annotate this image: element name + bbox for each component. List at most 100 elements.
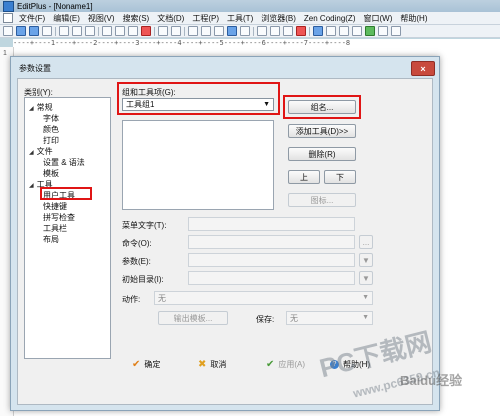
hyperlink-icon[interactable] [227,26,237,36]
save-select[interactable]: 无 ▼ [286,311,373,325]
delete-button[interactable]: 删除(R) [288,147,356,161]
tree-node-print[interactable]: 打印 [43,135,59,146]
tree-expand-icon[interactable]: ◢ [29,150,34,156]
print-preview-icon[interactable] [72,26,82,36]
menu-text-input[interactable] [188,217,355,231]
menu-help[interactable]: 帮助(H) [396,13,431,24]
toolbar-separator [253,26,254,36]
redo-icon[interactable] [171,26,181,36]
directory-icon[interactable] [352,26,362,36]
save-all-icon[interactable] [42,26,52,36]
cancel-button[interactable]: ✖ 取消 [198,359,226,370]
ok-label: 确定 [144,360,161,369]
menu-document[interactable]: 文档(D) [153,13,188,24]
open-folder-icon[interactable] [16,26,26,36]
tree-node-spellcheck[interactable]: 拼写检查 [43,212,75,223]
init-dir-label: 初始目录(I): [122,275,164,284]
apply-button[interactable]: ✔ 应用(A) [266,359,305,370]
preferences-icon[interactable] [391,26,401,36]
undo-icon[interactable] [158,26,168,36]
tree-node-files[interactable]: ◢ 文件 [29,146,53,157]
dialog-close-button[interactable]: × [411,61,435,76]
cliptext-icon[interactable] [339,26,349,36]
menu-view[interactable]: 视图(V) [84,13,119,24]
find-next-icon[interactable] [214,26,224,36]
browser-view-icon[interactable] [313,26,323,36]
move-up-button[interactable]: 上 [288,170,320,184]
browse-command-button[interactable]: ... [359,235,373,249]
init-dir-input[interactable] [188,271,355,285]
params-input[interactable] [188,253,355,267]
dropdown-arrow-icon: ▼ [362,255,370,265]
line-number-icon[interactable] [283,26,293,36]
menu-zen-coding[interactable]: Zen Coding(Z) [300,14,360,23]
paste-icon[interactable] [128,26,138,36]
tree-node-font[interactable]: 字体 [43,113,59,124]
split-window-icon[interactable] [326,26,336,36]
font-icon[interactable] [240,26,250,36]
save-icon[interactable] [29,26,39,36]
help-icon: ? [330,360,339,369]
command-input[interactable] [188,235,355,249]
tree-node-label: 模板 [43,169,59,178]
apply-check-icon: ✔ [266,359,275,370]
output-pattern-button[interactable]: 输出模板... [158,311,228,325]
params-label: 参数(E): [122,257,151,266]
tree-node-settings-syntax[interactable]: 设置 & 语法 [43,157,85,168]
spell-check-mark-icon[interactable] [296,26,306,36]
ruler-icon[interactable] [270,26,280,36]
init-dir-dropdown-button[interactable]: ▼ [359,271,373,285]
tree-expand-icon[interactable]: ◢ [29,106,34,112]
tree-node-label: 工具栏 [43,224,67,233]
cut-icon[interactable] [102,26,112,36]
tree-node-label: 打印 [43,136,59,145]
toolbar-separator [154,26,155,36]
editplus-app-icon [3,0,14,12]
tile-icon[interactable] [365,26,375,36]
ok-button[interactable]: ✔ 确定 [132,359,160,370]
menu-tools[interactable]: 工具(T) [223,13,257,24]
spellcheck-icon[interactable] [85,26,95,36]
tree-node-templates[interactable]: 模板 [43,168,59,179]
action-select[interactable]: 无 ▼ [154,291,373,305]
menu-window[interactable]: 窗口(W) [359,13,396,24]
tree-node-color[interactable]: 颜色 [43,124,59,135]
save-label: 保存: [256,315,275,324]
checkmark-icon: ✔ [132,359,141,370]
save-select-value: 无 [290,313,298,323]
cancel-label: 取消 [210,360,227,369]
menu-project[interactable]: 工程(P) [188,13,223,24]
menu-edit[interactable]: 编辑(E) [49,13,84,24]
tree-node-shortcuts[interactable]: 快捷键 [43,201,67,212]
tree-node-toolbar[interactable]: 工具栏 [43,223,67,234]
icon-button[interactable]: 图标... [288,193,356,207]
highlight-box-group [117,82,280,115]
tree-node-layout[interactable]: 布局 [43,234,59,245]
help-label: 帮助(H) [343,360,371,369]
ruler-text: ----+----1----+----2----+----3----+----4… [13,39,351,47]
add-tool-button[interactable]: 添加工具(D)>> [288,124,356,138]
category-tree[interactable]: ◢ 常规 字体 颜色 打印 ◢ 文件 设置 & 语法 模板 ◢ 工具 用户工具 快捷键… [24,97,111,359]
toolbar-separator [55,26,56,36]
tree-expand-icon[interactable]: ◢ [29,183,34,189]
window-titlebar: EditPlus - [Noname1] [0,0,500,12]
word-wrap-icon[interactable] [257,26,267,36]
fullscreen-icon[interactable] [378,26,388,36]
params-dropdown-button[interactable]: ▼ [359,253,373,267]
line-number: 1 [3,50,7,57]
tree-node-general[interactable]: ◢ 常规 [29,102,53,113]
move-down-button[interactable]: 下 [324,170,356,184]
new-file-icon[interactable] [3,26,13,36]
menu-browser[interactable]: 浏览器(B) [257,13,300,24]
replace-icon[interactable] [201,26,211,36]
tools-list[interactable] [122,120,274,210]
find-icon[interactable] [188,26,198,36]
print-icon[interactable] [59,26,69,36]
help-button[interactable]: ? 帮助(H) [330,359,370,370]
copy-icon[interactable] [115,26,125,36]
menu-file[interactable]: 文件(F) [15,13,49,24]
menu-search[interactable]: 搜索(S) [119,13,154,24]
toolbar-separator [309,26,310,36]
delete-icon[interactable] [141,26,151,36]
highlight-box-user-tools [40,187,92,200]
